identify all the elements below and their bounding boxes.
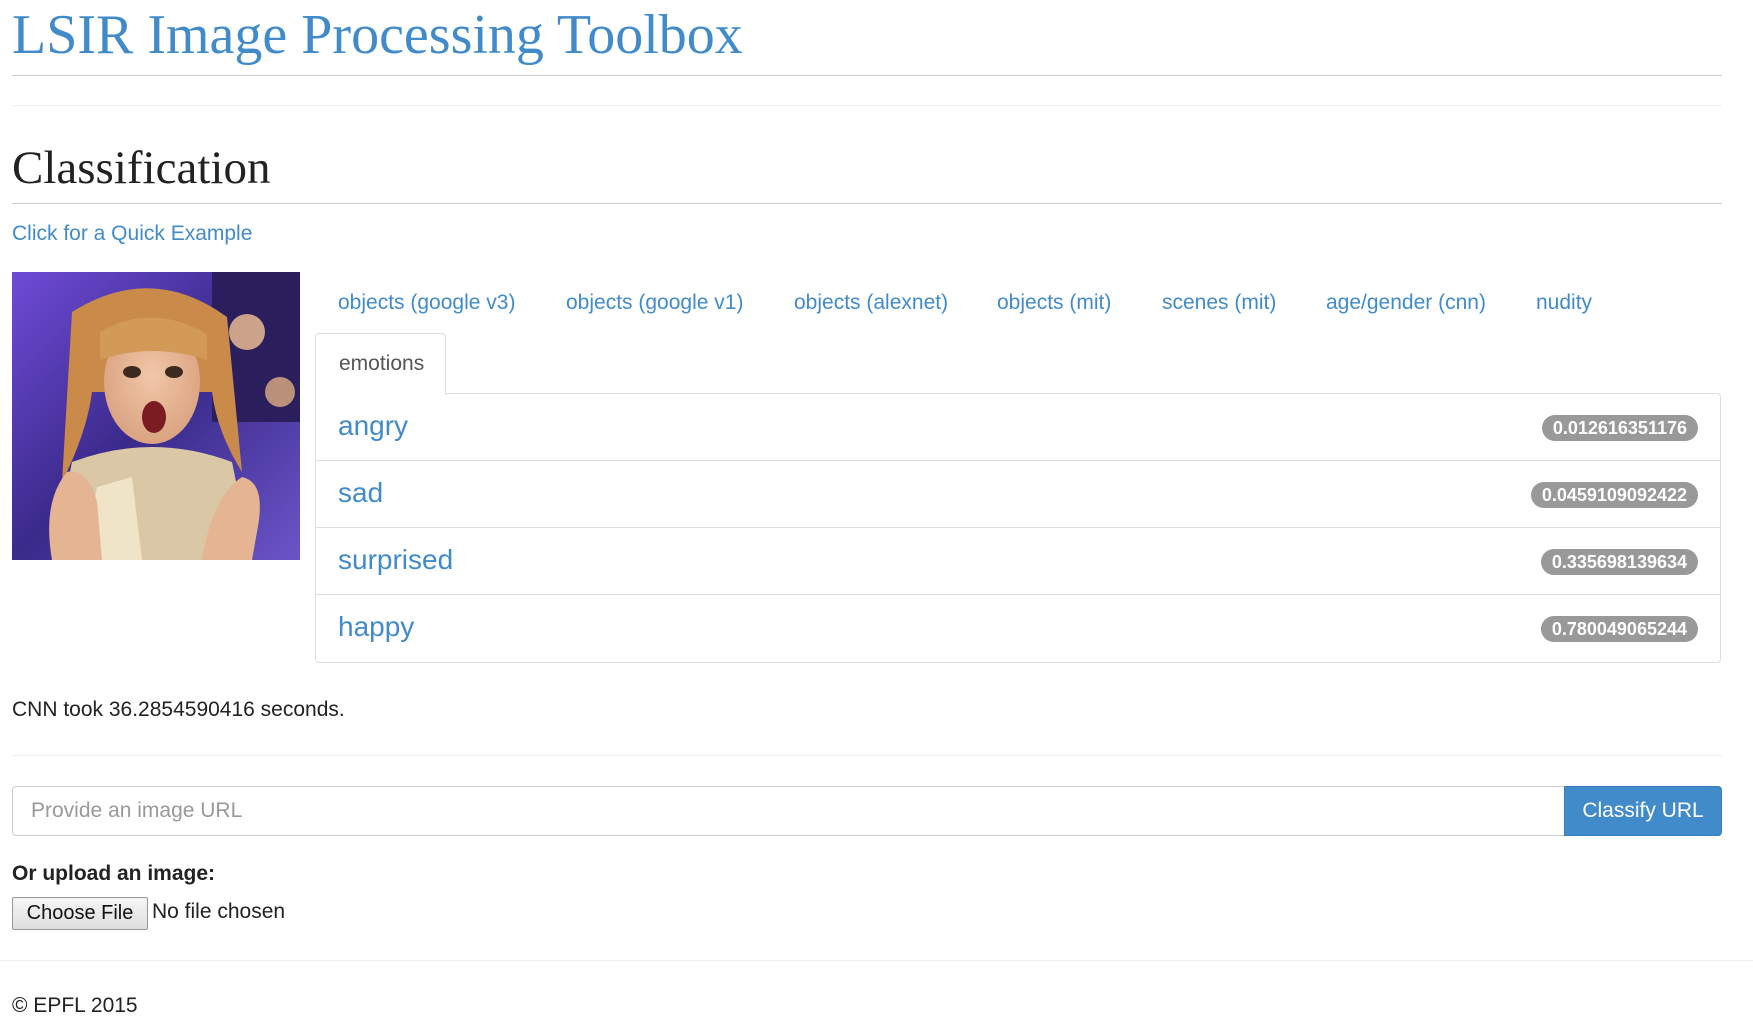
tab-objects-google-v3[interactable]: objects (google v3): [338, 291, 515, 315]
result-label[interactable]: happy: [338, 611, 414, 643]
tab-objects-alexnet[interactable]: objects (alexnet): [794, 291, 948, 315]
tab-age-gender-cnn[interactable]: age/gender (cnn): [1326, 291, 1486, 315]
quick-example-link[interactable]: Click for a Quick Example: [12, 222, 252, 246]
section-divider: [12, 203, 1722, 204]
score-badge: 0.335698139634: [1540, 549, 1698, 575]
score-badge: 0.012616351176: [1541, 415, 1698, 441]
tab-scenes-mit[interactable]: scenes (mit): [1162, 291, 1276, 315]
site-title: LSIR Image Processing Toolbox: [12, 4, 743, 66]
copyright: © EPFL 2015: [12, 994, 138, 1017]
classify-url-button[interactable]: Classify URL: [1564, 786, 1722, 836]
form-divider: [12, 755, 1722, 756]
upload-label: Or upload an image:: [12, 862, 216, 885]
choose-file-button[interactable]: Choose File: [12, 897, 148, 930]
results-panel: angry 0.012616351176 sad 0.0459109092422…: [315, 393, 1721, 663]
result-row: angry 0.012616351176: [316, 394, 1720, 461]
page-divider: [12, 105, 1722, 106]
tab-emotions[interactable]: emotions: [315, 333, 446, 395]
result-row: surprised 0.335698139634: [316, 528, 1720, 595]
result-label[interactable]: sad: [338, 477, 383, 509]
section-title: Classification: [12, 142, 271, 194]
tab-objects-google-v1[interactable]: objects (google v1): [566, 291, 743, 315]
result-row: happy 0.780049065244: [316, 595, 1720, 662]
timing-text: CNN took 36.2854590416 seconds.: [12, 698, 345, 721]
file-status: No file chosen: [152, 900, 286, 923]
result-label[interactable]: angry: [338, 410, 408, 442]
header-divider: [12, 75, 1722, 76]
result-label[interactable]: surprised: [338, 544, 453, 576]
score-badge: 0.780049065244: [1540, 616, 1698, 642]
score-badge: 0.0459109092422: [1530, 482, 1698, 508]
image-url-input[interactable]: [12, 786, 1565, 836]
classified-image: [12, 272, 300, 560]
footer-divider: [0, 960, 1753, 961]
tab-objects-mit[interactable]: objects (mit): [997, 291, 1111, 315]
tab-nudity[interactable]: nudity: [1536, 291, 1592, 315]
result-row: sad 0.0459109092422: [316, 461, 1720, 528]
